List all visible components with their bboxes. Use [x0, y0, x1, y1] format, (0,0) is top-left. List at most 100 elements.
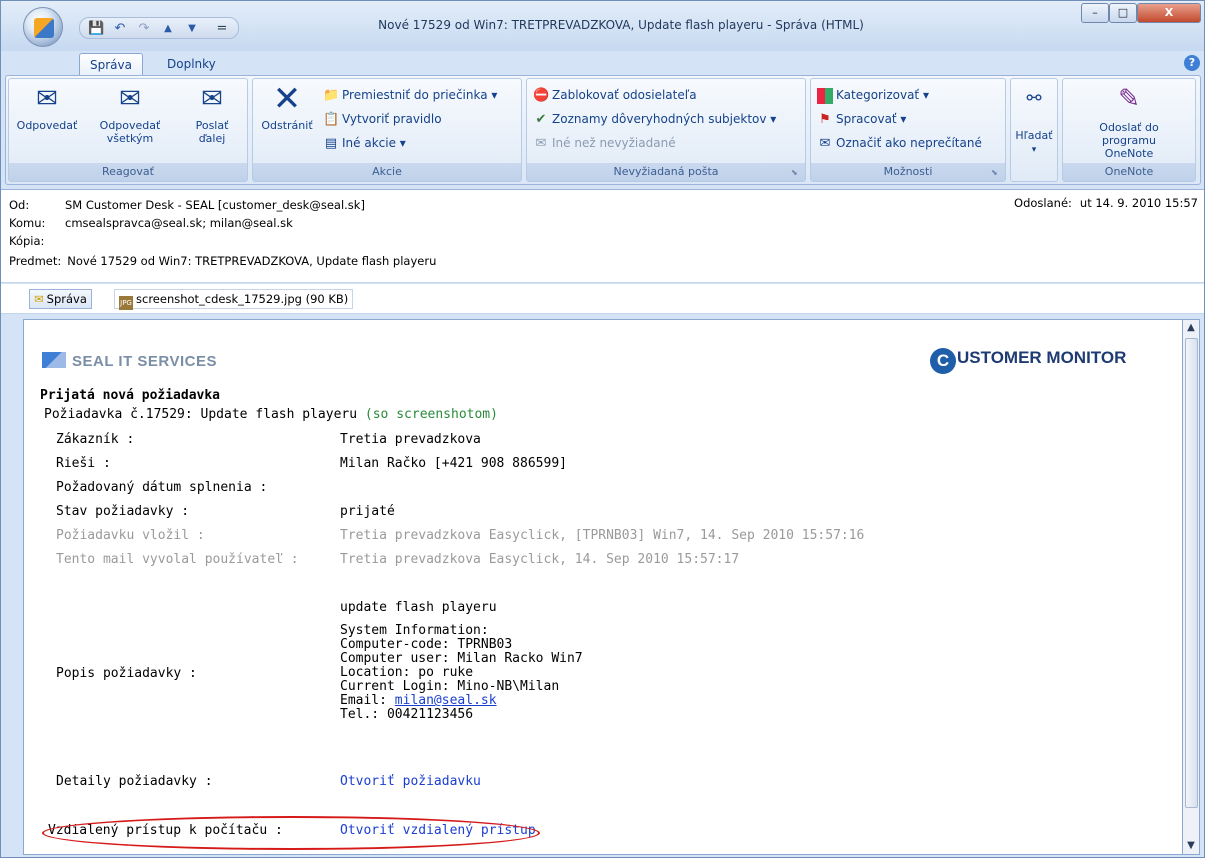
- to-row: Komu: cmsealspravca@seal.sk; milan@seal.s…: [9, 214, 293, 232]
- request-title: Požiadavka č.17529: Update flash playeru: [44, 407, 358, 422]
- request-line: Požiadavka č.17529: Update flash playeru…: [44, 407, 498, 422]
- from-value[interactable]: SM Customer Desk - SEAL [customer_desk@s…: [65, 198, 365, 212]
- title-bar: 💾 ↶ ↷ ▲ ▼ = Nové 17529 od Win7: TRETPREV…: [1, 1, 1204, 51]
- from-label: Od:: [9, 198, 30, 212]
- row-label-due-date: Požadovaný dátum splnenia :: [56, 480, 268, 495]
- find-label: Hľadať: [1015, 129, 1053, 142]
- attachment-file-label: screenshot_cdesk_17529.jpg (90 KB): [136, 292, 349, 306]
- group-reagovat: ✉ Odpovedať ✉ Odpovedať všetkým ✉ Poslať…: [8, 78, 248, 182]
- scrollbar-thumb[interactable]: [1185, 338, 1198, 808]
- group-label-moznosti: Možnosti: [811, 163, 1005, 181]
- redo-icon[interactable]: ↷: [136, 21, 152, 37]
- delete-button[interactable]: ✕ Odstrániť: [255, 79, 319, 132]
- forward-button[interactable]: ✉ Poslať ďalej: [179, 83, 245, 145]
- cc-row: Kópia:: [9, 232, 65, 250]
- mark-unread-button[interactable]: ✉ Označiť ako neprečítané: [817, 133, 982, 153]
- reply-button[interactable]: ✉ Odpovedať: [11, 83, 83, 132]
- row-value-triggered-by: Tretia prevadzkova Easyclick, 14. Sep 20…: [340, 552, 740, 567]
- send-to-onenote-label: Odoslať do programu OneNote: [1099, 121, 1159, 160]
- customize-toolbar-icon[interactable]: =: [214, 21, 230, 37]
- not-junk-icon: ✉: [535, 135, 547, 151]
- minimize-button[interactable]: –: [1081, 3, 1109, 23]
- block-sender-icon: ⛔: [533, 87, 550, 103]
- attachment-bar: ✉ Správa JPG screenshot_cdesk_17529.jpg (9…: [1, 284, 1204, 314]
- help-icon[interactable]: ?: [1184, 55, 1200, 71]
- find-button[interactable]: ⚯ Hľadať ▾: [1013, 83, 1055, 157]
- request-note: (so screenshotom): [364, 407, 498, 422]
- dialog-launcher-icon[interactable]: ⬊: [991, 168, 1001, 178]
- message-tab[interactable]: ✉ Správa: [29, 289, 92, 309]
- email-heading: Prijatá nová požiadavka: [40, 388, 221, 403]
- attachment-file[interactable]: JPG screenshot_cdesk_17529.jpg (90 KB): [114, 289, 354, 310]
- vertical-scrollbar[interactable]: ▲ ▼: [1182, 319, 1200, 855]
- row-value-status: prijaté: [340, 504, 395, 519]
- close-button[interactable]: X: [1137, 3, 1201, 23]
- row-value-customer: Tretia prevadzkova: [340, 432, 481, 447]
- desc-line: System Information:: [340, 623, 489, 638]
- desc-line: Location: po ruke: [340, 665, 474, 680]
- description-text: System Information: Computer-code: TPRNB…: [340, 624, 583, 722]
- save-icon[interactable]: 💾: [88, 21, 104, 37]
- categorize-button[interactable]: ■Kategorizovať ▾: [817, 85, 929, 105]
- dialog-launcher-icon[interactable]: ⬊: [791, 168, 801, 178]
- safe-lists-button[interactable]: ✔ Zoznamy dôveryhodných subjektov ▾: [533, 109, 777, 129]
- scroll-down-icon[interactable]: ▼: [1183, 838, 1199, 854]
- send-to-onenote-button[interactable]: ✎ Odoslať do programu OneNote: [1067, 83, 1191, 160]
- safe-lists-label: Zoznamy dôveryhodných subjektov ▾: [552, 112, 777, 126]
- follow-up-button[interactable]: ⚑ Spracovať ▾: [817, 109, 906, 129]
- envelope-icon: ✉: [34, 292, 44, 306]
- message-header: Od: SM Customer Desk - SEAL [customer_des…: [1, 189, 1204, 283]
- move-folder-icon: 📁: [323, 87, 340, 103]
- undo-icon[interactable]: ↶: [112, 21, 128, 37]
- not-junk-label: Iné než nevyžiadané: [552, 136, 676, 150]
- delete-x-icon: ✕: [272, 79, 302, 119]
- email-link[interactable]: milan@seal.sk: [395, 693, 497, 708]
- other-actions-button[interactable]: ▤ Iné akcie ▾: [323, 133, 406, 153]
- office-button[interactable]: [23, 7, 63, 47]
- follow-up-label: Spracovať ▾: [836, 112, 907, 126]
- row-label-solver: Rieši :: [56, 456, 111, 471]
- group-label-akcie: Akcie: [253, 163, 521, 181]
- desc-line: Computer user: Milan Racko Win7: [340, 651, 583, 666]
- reply-icon: ✉: [36, 84, 58, 114]
- row-label-status: Stav požiadavky :: [56, 504, 190, 519]
- reply-all-button[interactable]: ✉ Odpovedať všetkým: [85, 83, 175, 145]
- sent-label: Odoslané:: [1014, 196, 1072, 210]
- categorize-label: Kategorizovať ▾: [836, 88, 929, 102]
- create-rule-button[interactable]: 📋 Vytvoriť pravidlo: [323, 109, 442, 129]
- next-item-icon[interactable]: ▼: [184, 21, 200, 37]
- group-label-onenote: OneNote: [1063, 163, 1195, 181]
- move-to-folder-button[interactable]: 📁 Premiestniť do priečinka ▾: [323, 85, 497, 105]
- previous-item-icon[interactable]: ▲: [160, 21, 176, 37]
- row-label-customer: Zákazník :: [56, 432, 135, 447]
- reply-all-label: Odpovedať všetkým: [99, 119, 161, 145]
- row-label-created-by: Požiadavku vložil :: [56, 528, 205, 543]
- cm-logo-text: USTOMER MONITOR: [957, 348, 1127, 367]
- tab-doplnky[interactable]: Doplnky: [157, 53, 226, 75]
- desc-line: Current Login: Mino-NB\Milan: [340, 679, 560, 694]
- sent-value: ut 14. 9. 2010 15:57: [1079, 196, 1198, 210]
- not-junk-button[interactable]: ✉ Iné než nevyžiadané: [533, 133, 676, 153]
- subject-label: Predmet:: [9, 254, 62, 268]
- customer-monitor-logo: C USTOMER MONITOR: [930, 348, 1126, 374]
- other-actions-icon: ▤: [324, 135, 338, 151]
- ribbon-tabs: Správa Doplnky ?: [1, 51, 1204, 75]
- scroll-up-icon[interactable]: ▲: [1183, 320, 1199, 336]
- desc-line: Computer-code: TPRNB03: [340, 637, 513, 652]
- window-title: Nové 17529 od Win7: TRETPREVADZKOVA, Upd…: [378, 18, 864, 32]
- group-label-nevyziadana: Nevyžiadaná pošta: [527, 163, 805, 181]
- maximize-button[interactable]: □: [1109, 3, 1137, 23]
- find-dropdown-icon: ▾: [1031, 145, 1037, 155]
- other-actions-label: Iné akcie ▾: [342, 136, 406, 150]
- cm-logo-letter: C: [930, 348, 956, 374]
- follow-up-flag-icon: ⚑: [819, 111, 831, 127]
- desc-email-line: Email: milan@seal.sk: [340, 694, 583, 708]
- block-sender-button[interactable]: ⛔ Zablokovať odosielateľa: [533, 85, 697, 105]
- to-value[interactable]: cmsealspravca@seal.sk; milan@seal.sk: [65, 216, 293, 230]
- open-request-link[interactable]: Otvoriť požiadavku: [340, 774, 481, 789]
- forward-label: Poslať ďalej: [195, 119, 229, 145]
- from-row: Od: SM Customer Desk - SEAL [customer_des…: [9, 196, 365, 214]
- details-label: Detaily požiadavky :: [56, 774, 213, 789]
- tab-sprava[interactable]: Správa: [79, 53, 143, 75]
- group-onenote: ✎ Odoslať do programu OneNote OneNote: [1062, 78, 1196, 182]
